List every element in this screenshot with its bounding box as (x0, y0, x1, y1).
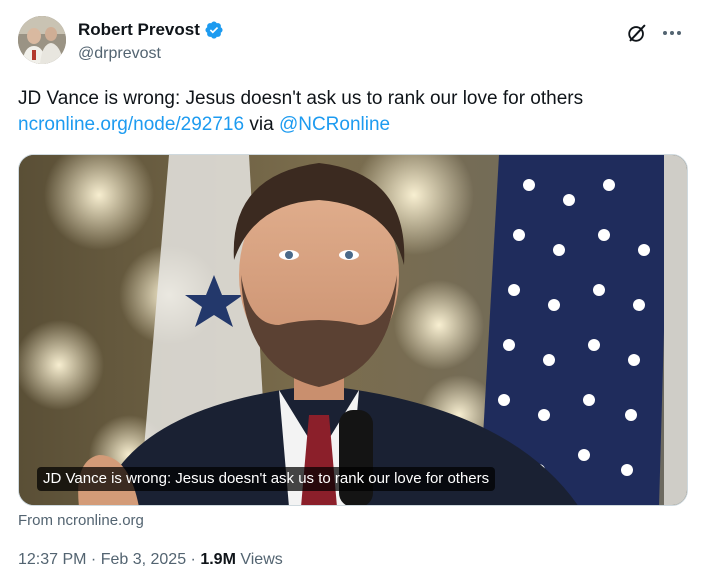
card-source[interactable]: From ncronline.org (18, 512, 144, 529)
tweet-time[interactable]: 12:37 PM (18, 551, 86, 568)
tweet-text-line: JD Vance is wrong: Jesus doesn't ask us … (18, 88, 584, 109)
name-row: Robert Prevost (78, 20, 224, 40)
tweet-date[interactable]: Feb 3, 2025 (101, 551, 186, 568)
tweet-meta: 12:37 PM · Feb 3, 2025 · 1.9M Views (18, 551, 283, 569)
verified-badge-icon (205, 21, 223, 39)
via-text: via (244, 114, 279, 135)
article-photo (19, 155, 687, 505)
grok-icon[interactable] (626, 22, 648, 44)
tweet-link-line: ncronline.org/node/292716 via @NCRonline (18, 112, 684, 138)
views-label: Views (235, 551, 283, 568)
tweet-text: JD Vance is wrong: Jesus doesn't ask us … (18, 86, 684, 138)
meta-separator: · (86, 551, 101, 568)
link-preview-card[interactable]: JD Vance is wrong: Jesus doesn't ask us … (18, 154, 688, 506)
mention-link[interactable]: @NCRonline (279, 114, 390, 135)
card-title: JD Vance is wrong: Jesus doesn't ask us … (37, 467, 496, 491)
views-count: 1.9M (200, 551, 236, 568)
tweet-header: Robert Prevost @drprevost (18, 16, 684, 68)
handle[interactable]: @drprevost (78, 45, 161, 63)
more-icon[interactable] (660, 22, 684, 44)
display-name[interactable]: Robert Prevost (78, 20, 200, 40)
meta-separator: · (186, 551, 201, 568)
avatar[interactable] (18, 16, 66, 64)
article-link[interactable]: ncronline.org/node/292716 (18, 114, 244, 135)
